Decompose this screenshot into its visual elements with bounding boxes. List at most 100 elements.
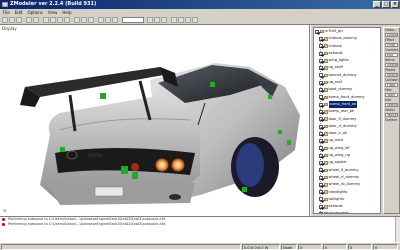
3d-viewport[interactable]: MAZDA Display ✕: [0, 25, 310, 216]
tree-item[interactable]: door_lr_ok: [314, 130, 380, 137]
property-item[interactable]: Effect: [384, 38, 399, 43]
visibility-checkbox[interactable]: [319, 124, 323, 129]
visibility-checkbox[interactable]: [319, 80, 323, 85]
property-item[interactable]: Pivot: [385, 43, 398, 48]
maximize-button[interactable]: □: [382, 1, 390, 8]
rotate-tool-icon[interactable]: [57, 17, 63, 23]
pan-tool-icon[interactable]: [81, 17, 87, 23]
visibility-checkbox[interactable]: [319, 58, 323, 63]
property-item[interactable]: Edit: [385, 53, 398, 58]
visibility-checkbox[interactable]: [319, 168, 323, 173]
visibility-checkbox[interactable]: [319, 190, 323, 195]
visibility-checkbox[interactable]: [319, 73, 323, 78]
view-mode-select[interactable]: [122, 17, 144, 23]
menu-view[interactable]: View: [48, 9, 58, 16]
tree-item[interactable]: ug_roof: [314, 79, 380, 86]
property-item[interactable]: Info: [384, 98, 399, 103]
minimize-button[interactable]: _: [373, 1, 381, 8]
tree-item[interactable]: taillights: [314, 196, 380, 203]
tree-item[interactable]: door_rf_dummy: [314, 123, 380, 130]
tree-item[interactable]: rx7fd3_gtr: [314, 28, 380, 35]
axis-icon[interactable]: [171, 17, 177, 23]
property-item[interactable]: Settings: [385, 102, 398, 108]
visibility-checkbox[interactable]: [319, 109, 323, 114]
property-item[interactable]: Texture: [385, 112, 398, 118]
visibility-checkbox[interactable]: [319, 212, 323, 213]
tree-item[interactable]: bump_rear_ok: [314, 108, 380, 115]
visibility-checkbox[interactable]: [319, 66, 323, 71]
open-file-icon[interactable]: [9, 17, 15, 23]
tree-item[interactable]: door_lf_dummy: [314, 116, 380, 123]
tree-item[interactable]: bonnet_dummy: [314, 72, 380, 79]
tree-item[interactable]: chassis: [314, 43, 380, 50]
property-item[interactable]: Visible: [385, 63, 398, 68]
property-item[interactable]: Select: [384, 108, 399, 113]
visibility-checkbox[interactable]: [319, 204, 323, 209]
grid-icon[interactable]: [161, 17, 167, 23]
tree-item[interactable]: ug_wing_lef: [314, 145, 380, 152]
render-icon[interactable]: [147, 17, 153, 23]
tree-item[interactable]: exhaust: [314, 50, 380, 57]
visibility-checkbox[interactable]: [319, 51, 323, 56]
property-item[interactable]: Surface: [384, 118, 399, 123]
settings-icon[interactable]: [192, 17, 198, 23]
tree-item[interactable]: ug_nitro: [314, 137, 380, 144]
tree-item[interactable]: wing_lights: [314, 57, 380, 64]
zoom-tool-icon[interactable]: [74, 17, 80, 23]
visibility-checkbox[interactable]: [319, 146, 323, 151]
visibility-checkbox[interactable]: [319, 95, 323, 100]
tree-item[interactable]: wheel_lf_dummy: [314, 167, 380, 174]
close-button[interactable]: ×: [391, 1, 399, 8]
tree-item[interactable]: chassis_dummy: [314, 35, 380, 42]
tree-item[interactable]: ug_spoiler: [314, 159, 380, 166]
visibility-checkbox[interactable]: [319, 175, 323, 180]
property-item[interactable]: Parent: [384, 68, 399, 73]
tree-item[interactable]: headlights: [314, 189, 380, 196]
scale-tool-icon[interactable]: [64, 17, 70, 23]
menu-options[interactable]: Options: [27, 9, 42, 16]
tree-item[interactable]: bump_front_ok: [314, 100, 380, 109]
wireframe-icon[interactable]: [98, 17, 104, 23]
new-file-icon[interactable]: [2, 17, 8, 23]
tree-item[interactable]: ug_wing_rig: [314, 152, 380, 159]
property-item[interactable]: Misc: [384, 88, 399, 93]
property-item[interactable]: Tools: [385, 93, 398, 98]
redo-icon[interactable]: [33, 17, 39, 23]
menu-file[interactable]: File: [3, 9, 10, 16]
property-item[interactable]: Select: [385, 73, 398, 78]
property-item[interactable]: Connect: [384, 48, 399, 53]
visibility-checkbox[interactable]: [319, 182, 323, 187]
save-file-icon[interactable]: [16, 17, 22, 23]
visibility-checkbox[interactable]: [319, 88, 323, 93]
property-item[interactable]: Name: [384, 58, 399, 63]
visibility-checkbox[interactable]: [319, 117, 323, 122]
visibility-checkbox[interactable]: [319, 36, 323, 41]
tree-item[interactable]: bump_front_dummy: [314, 94, 380, 101]
lights-icon[interactable]: [154, 17, 160, 23]
visibility-checkbox[interactable]: [319, 197, 323, 202]
undo-icon[interactable]: [26, 17, 32, 23]
visibility-checkbox[interactable]: [319, 139, 323, 144]
move-tool-icon[interactable]: [50, 17, 56, 23]
snap-icon[interactable]: [178, 17, 184, 23]
textured-icon[interactable]: [112, 17, 118, 23]
visibility-checkbox[interactable]: [319, 131, 323, 136]
property-item[interactable]: Editor...: [384, 28, 399, 33]
visibility-checkbox[interactable]: [315, 29, 319, 34]
shaded-icon[interactable]: [105, 17, 111, 23]
tree-item[interactable]: boot_dummy: [314, 86, 380, 93]
property-item[interactable]: Display: [385, 33, 398, 38]
tree-item[interactable]: wheel_rb_dummy: [314, 181, 380, 188]
property-item[interactable]: Flags: [385, 83, 398, 88]
camera-icon[interactable]: [185, 17, 191, 23]
select-tool-icon[interactable]: [43, 17, 49, 23]
visibility-checkbox[interactable]: [319, 160, 323, 165]
tree-item[interactable]: ug_stuff: [314, 64, 380, 71]
menu-edit[interactable]: Edit: [15, 9, 23, 16]
tree-item[interactable]: exhaust: [314, 203, 380, 210]
visibility-checkbox[interactable]: [319, 44, 323, 49]
visibility-checkbox[interactable]: [319, 102, 323, 107]
tree-item[interactable]: windscreen: [314, 210, 380, 213]
log-scrollbar[interactable]: [395, 217, 400, 242]
visibility-checkbox[interactable]: [319, 153, 323, 158]
